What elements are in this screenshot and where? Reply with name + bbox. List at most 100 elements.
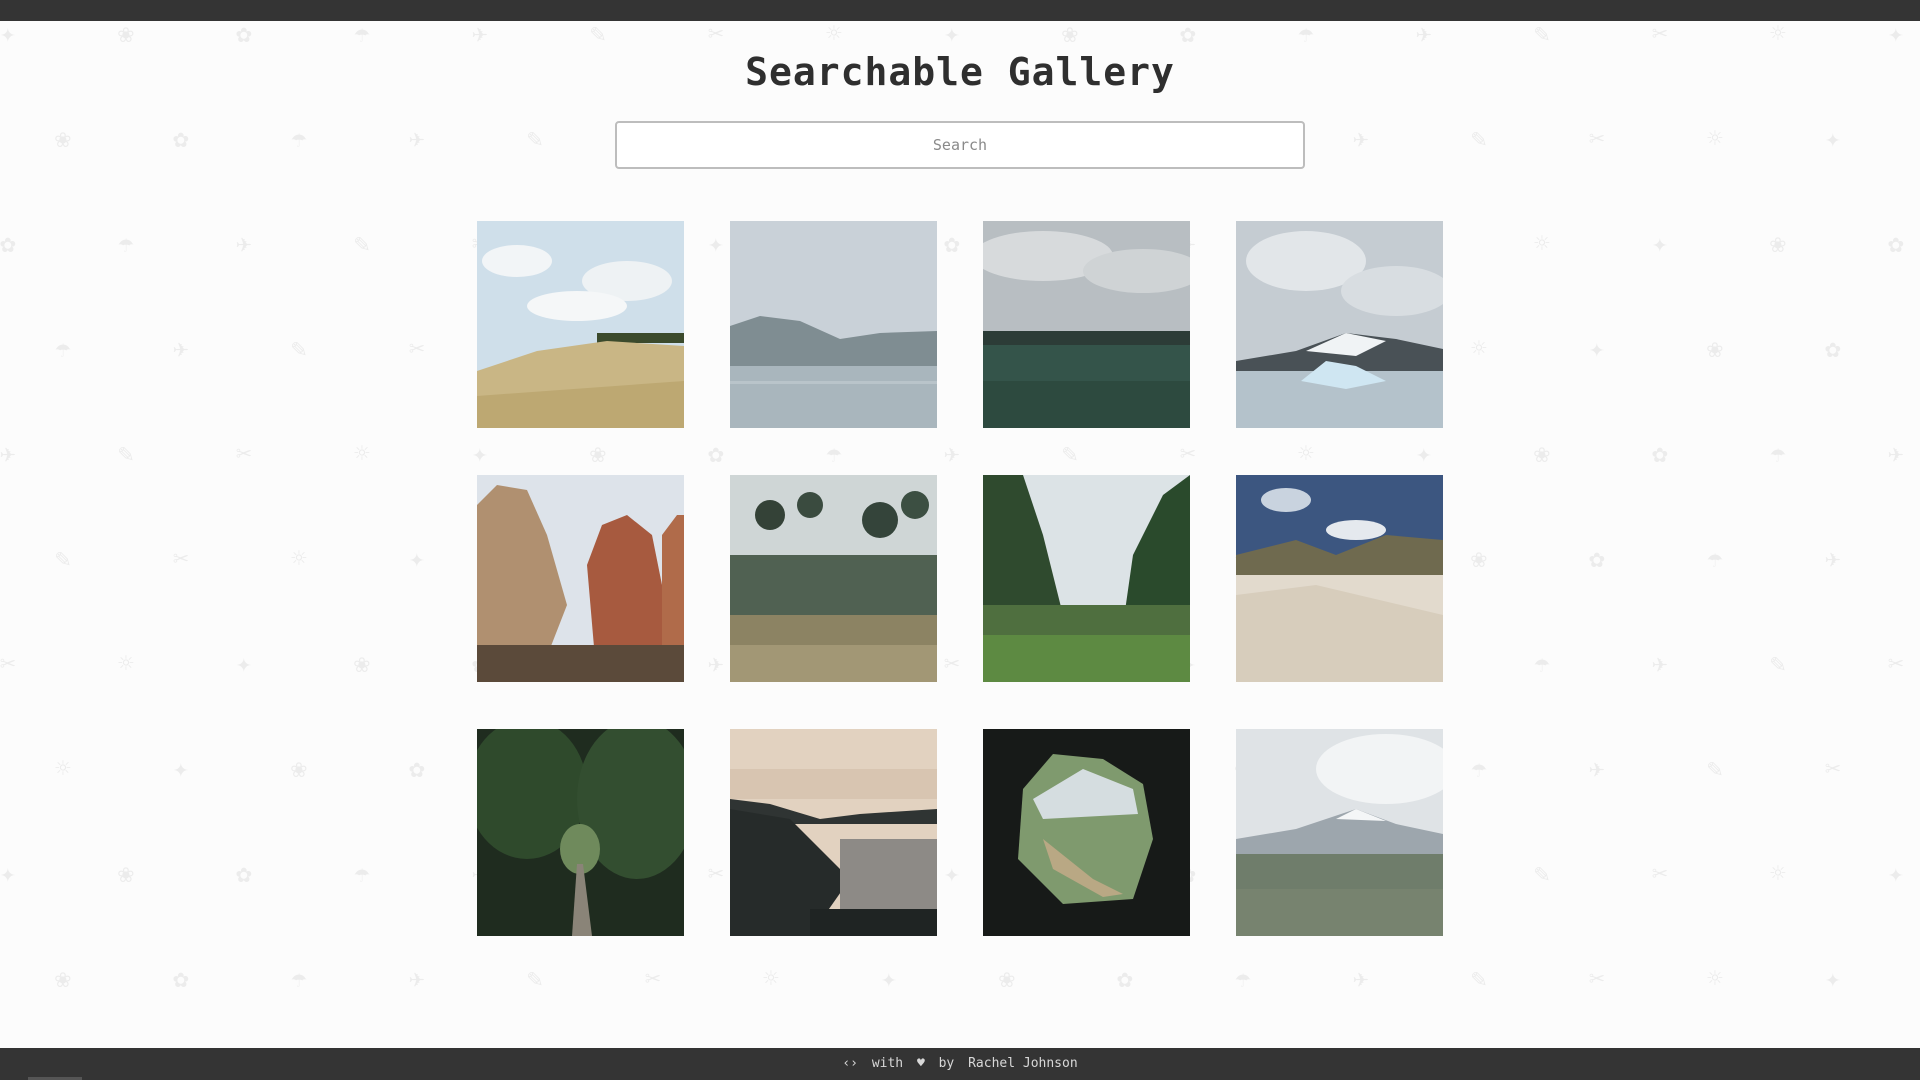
pattern-glyph: ☼ xyxy=(118,649,134,679)
pattern-glyph: ✈ xyxy=(1416,21,1432,49)
pattern-glyph: ✿ xyxy=(1825,334,1841,364)
pattern-glyph: ❀ xyxy=(1534,439,1550,469)
gallery-image-9[interactable] xyxy=(477,729,684,936)
pattern-glyph: ✂ xyxy=(708,21,724,49)
pattern-glyph: ❀ xyxy=(354,649,370,679)
pattern-glyph: ✈ xyxy=(472,21,488,49)
landscape-image xyxy=(1236,475,1443,682)
landscape-image xyxy=(1236,729,1443,936)
pattern-glyph: ☼ xyxy=(354,439,370,469)
gallery-image-8[interactable] xyxy=(1236,475,1443,682)
gallery-image-2[interactable] xyxy=(730,221,937,428)
gallery-image-5[interactable] xyxy=(477,475,684,682)
pattern-glyph: ✿ xyxy=(173,124,189,154)
gallery-image-4[interactable] xyxy=(1236,221,1443,428)
pattern-glyph: ✿ xyxy=(1652,439,1668,469)
landscape-image xyxy=(477,221,684,428)
pattern-glyph: ❀ xyxy=(1471,544,1487,574)
pattern-glyph: ✿ xyxy=(1888,229,1904,259)
pattern-glyph: ✎ xyxy=(1534,859,1550,889)
pattern-glyph: ✎ xyxy=(527,964,543,994)
pattern-glyph: ☂ xyxy=(291,964,307,994)
pattern-glyph: ☂ xyxy=(1707,544,1723,574)
pattern-glyph: ✎ xyxy=(291,334,307,364)
gallery-image-1[interactable] xyxy=(477,221,684,428)
pattern-glyph: ✈ xyxy=(173,334,189,364)
pattern-glyph: ✦ xyxy=(1888,859,1904,889)
pattern-glyph: ☼ xyxy=(763,964,779,994)
pattern-glyph: ✂ xyxy=(1888,649,1904,679)
top-bar xyxy=(0,0,1920,21)
pattern-glyph: ☂ xyxy=(1534,649,1550,679)
footer-with: with xyxy=(871,1056,904,1071)
pattern-glyph: ❀ xyxy=(1770,229,1786,259)
pattern-glyph: ❀ xyxy=(999,964,1015,994)
footer: ‹› with ♥ by Rachel Johnson xyxy=(0,1048,1920,1080)
landscape-image xyxy=(730,729,937,936)
pattern-glyph: ✂ xyxy=(236,439,252,469)
pattern-glyph: ✿ xyxy=(236,21,252,49)
pattern-glyph: ✿ xyxy=(1589,544,1605,574)
gallery-image-6[interactable] xyxy=(730,475,937,682)
pattern-glyph: ✦ xyxy=(944,21,960,49)
pattern-glyph: ☼ xyxy=(1707,964,1723,994)
pattern-glyph: ✦ xyxy=(1825,964,1841,994)
pattern-glyph: ✦ xyxy=(173,754,189,784)
pattern-glyph: ☂ xyxy=(1235,964,1251,994)
pattern-glyph: ✿ xyxy=(1117,964,1133,994)
pattern-glyph: ☼ xyxy=(1471,334,1487,364)
pattern-glyph: ✎ xyxy=(55,544,71,574)
pattern-glyph: ✦ xyxy=(1589,334,1605,364)
pattern-glyph: ✂ xyxy=(1589,124,1605,154)
landscape-image xyxy=(477,729,684,936)
pattern-glyph: ✈ xyxy=(236,229,252,259)
pattern-glyph: ✈ xyxy=(0,439,16,469)
pattern-glyph: ✈ xyxy=(1652,649,1668,679)
gallery-image-3[interactable] xyxy=(983,221,1190,428)
pattern-glyph: ✂ xyxy=(409,334,425,364)
pattern-glyph: ✎ xyxy=(527,124,543,154)
pattern-glyph: ☼ xyxy=(1770,859,1786,889)
pattern-glyph: ❀ xyxy=(55,124,71,154)
pattern-glyph: ✦ xyxy=(1888,21,1904,49)
pattern-glyph: ✿ xyxy=(0,229,16,259)
pattern-glyph: ☼ xyxy=(1707,124,1723,154)
pattern-glyph: ✿ xyxy=(236,859,252,889)
pattern-glyph: ✦ xyxy=(236,649,252,679)
pattern-glyph: ❀ xyxy=(291,754,307,784)
pattern-glyph: ✎ xyxy=(1471,964,1487,994)
pattern-glyph: ❀ xyxy=(55,964,71,994)
gallery-image-7[interactable] xyxy=(983,475,1190,682)
pattern-glyph: ✈ xyxy=(409,124,425,154)
pattern-glyph: ☂ xyxy=(1471,754,1487,784)
pattern-glyph: ✈ xyxy=(409,964,425,994)
landscape-image xyxy=(730,475,937,682)
pattern-glyph: ✎ xyxy=(118,439,134,469)
pattern-glyph: ✈ xyxy=(1888,439,1904,469)
pattern-glyph: ❀ xyxy=(118,21,134,49)
pattern-glyph: ☼ xyxy=(55,754,71,784)
pattern-glyph: ✈ xyxy=(1353,964,1369,994)
pattern-glyph: ☼ xyxy=(1770,21,1786,49)
pattern-glyph: ✦ xyxy=(1825,124,1841,154)
landscape-image xyxy=(983,475,1190,682)
pattern-glyph: ☂ xyxy=(1298,21,1314,49)
pattern-glyph: ☼ xyxy=(826,21,842,49)
pattern-glyph: ✎ xyxy=(1770,649,1786,679)
pattern-glyph: ✎ xyxy=(354,229,370,259)
pattern-glyph: ✂ xyxy=(1589,964,1605,994)
pattern-glyph: ✈ xyxy=(1825,544,1841,574)
pattern-glyph: ☂ xyxy=(354,21,370,49)
pattern-glyph: ✂ xyxy=(645,964,661,994)
pattern-glyph: ☂ xyxy=(55,334,71,364)
pattern-glyph: ✎ xyxy=(590,21,606,49)
page-title: Searchable Gallery xyxy=(745,50,1175,94)
gallery-image-12[interactable] xyxy=(1236,729,1443,936)
pattern-glyph: ✦ xyxy=(0,859,16,889)
gallery-image-10[interactable] xyxy=(730,729,937,936)
pattern-glyph: ☂ xyxy=(291,124,307,154)
search-input[interactable] xyxy=(615,121,1305,169)
pattern-glyph: ✎ xyxy=(1471,124,1487,154)
gallery-image-11[interactable] xyxy=(983,729,1190,936)
pattern-glyph: ☂ xyxy=(1770,439,1786,469)
